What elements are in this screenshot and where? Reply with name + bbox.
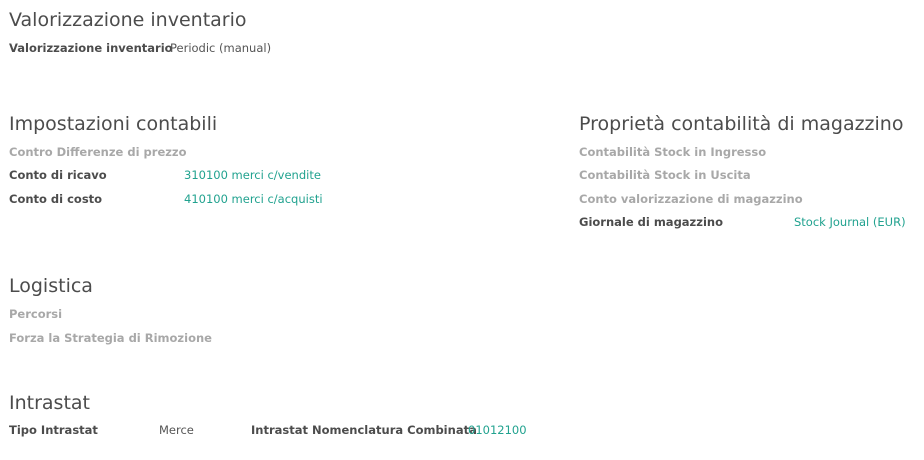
stock-accounting-title: Proprietà contabilità di magazzino [579,113,904,135]
logistics-title: Logistica [9,275,93,297]
intrastat-code-link[interactable]: 01012100 [468,424,527,437]
expense-account-link[interactable]: 410100 merci c/acquisti [184,193,323,206]
accounting-settings-title: Impostazioni contabili [9,113,218,135]
income-account-label: Conto di ricavo [9,168,107,182]
intrastat-type-label: Tipo Intrastat [9,423,98,437]
inventory-valuation-title: Valorizzazione inventario [9,9,247,31]
intrastat-type-value[interactable]: Merce [159,424,194,437]
inventory-valuation-value[interactable]: Periodic (manual) [170,42,271,55]
stock-input-account-label: Contabilità Stock in Ingresso [579,145,767,159]
intrastat-title: Intrastat [9,392,90,414]
removal-strategy-label: Forza la Strategia di Rimozione [9,331,212,345]
price-difference-account-label: Contro Differenze di prezzo [9,145,187,159]
stock-journal-label: Giornale di magazzino [579,215,723,229]
stock-output-account-label: Contabilità Stock in Uscita [579,168,751,182]
stock-journal-link[interactable]: Stock Journal (EUR) [794,216,906,229]
inventory-valuation-label: Valorizzazione inventario [9,41,173,55]
expense-account-label: Conto di costo [9,192,103,206]
stock-valuation-account-label: Conto valorizzazione di magazzino [579,192,803,206]
intrastat-code-label: Intrastat Nomenclatura Combinata [251,423,477,437]
income-account-link[interactable]: 310100 merci c/vendite [184,169,321,182]
routes-label: Percorsi [9,307,63,321]
